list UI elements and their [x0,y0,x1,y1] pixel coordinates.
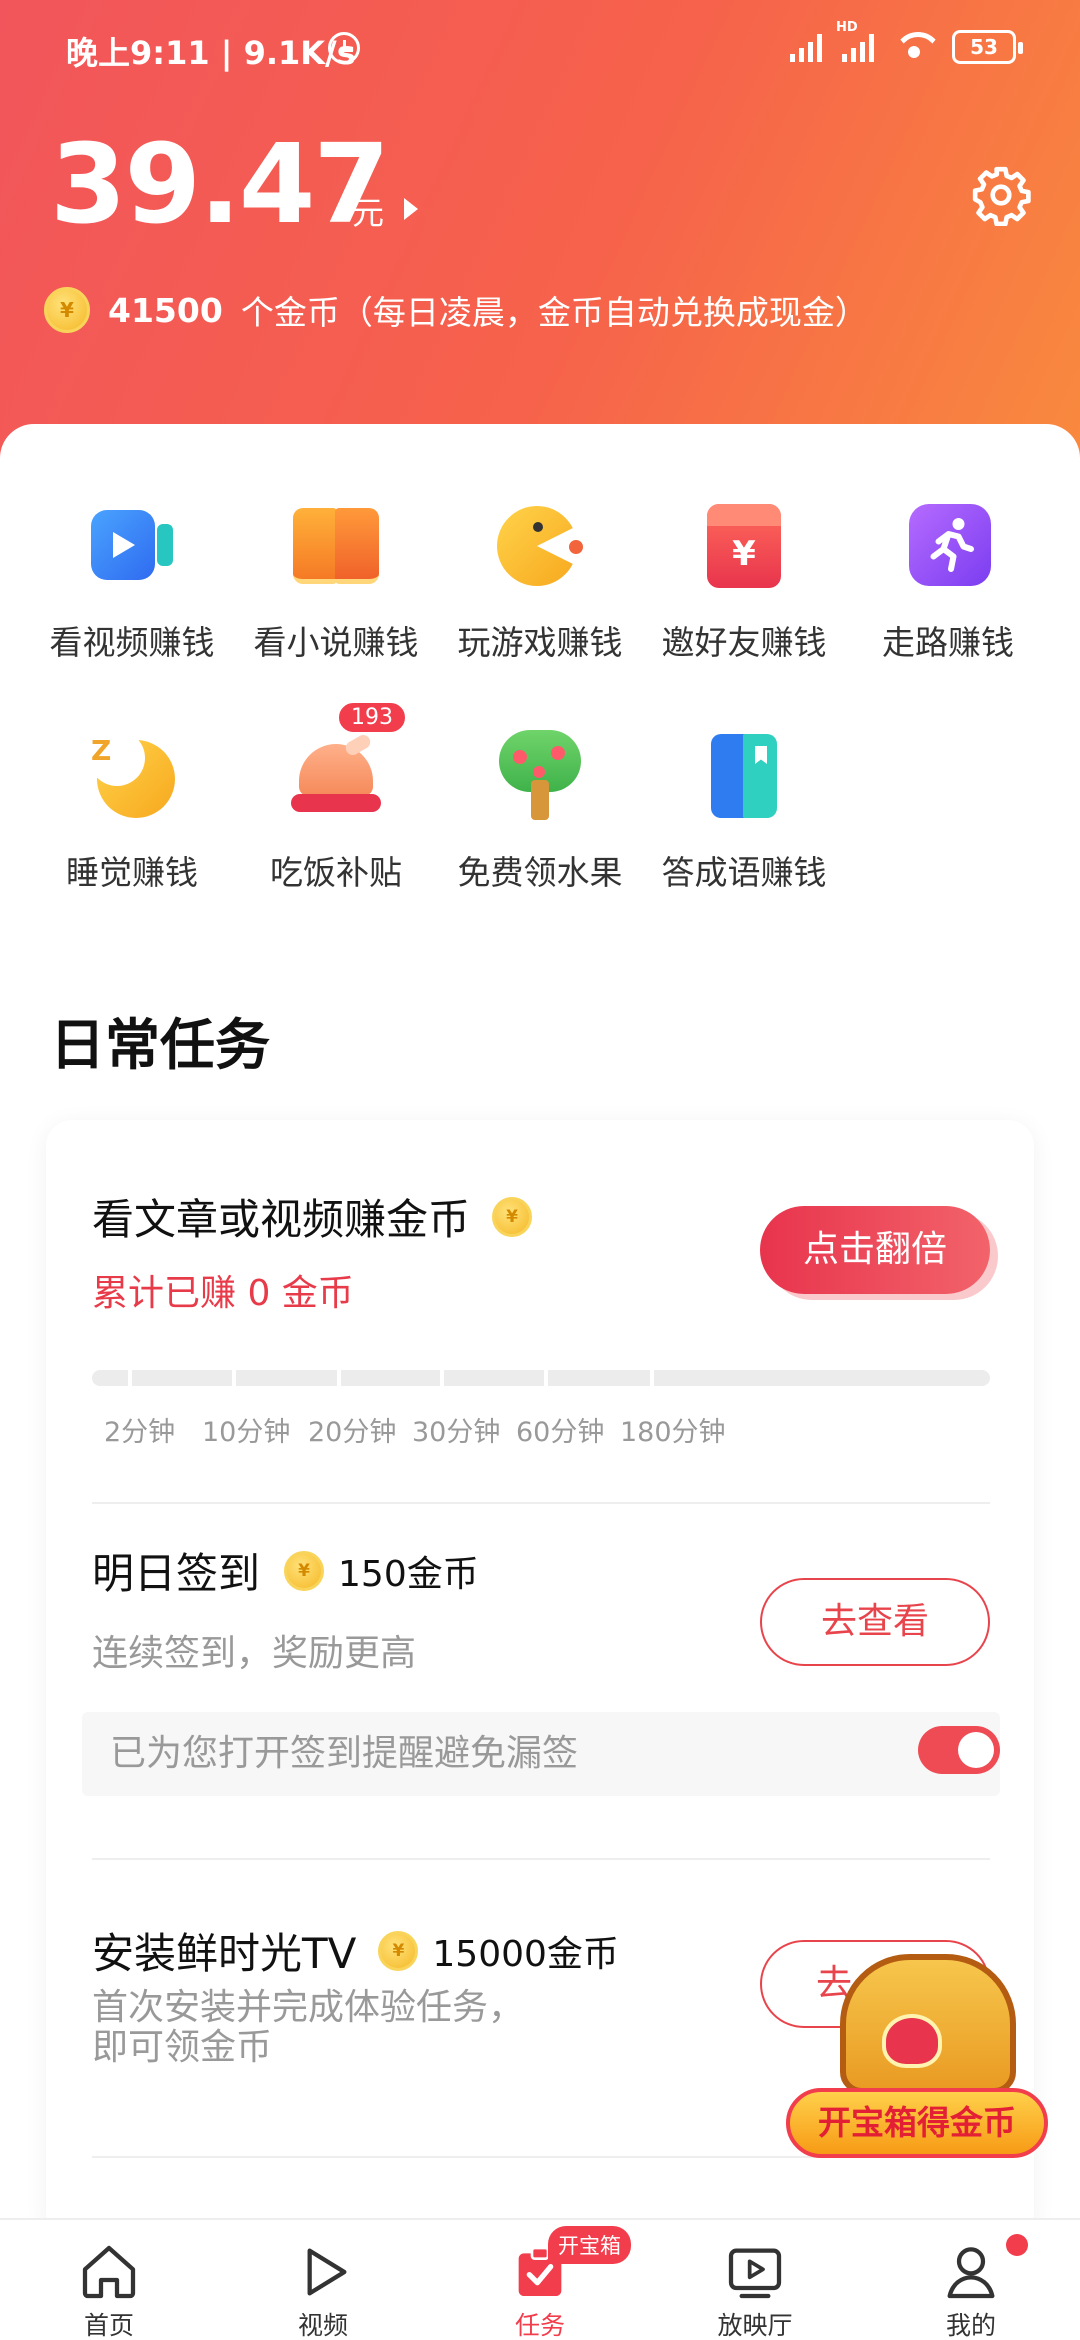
tick-label: 30分钟 [412,1417,501,1448]
bottom-tab-bar: 首页 视频 任务 放映厅 我的 [0,2218,1080,2340]
coin-icon: ¥ [284,1550,325,1591]
tab-cinema[interactable]: 放映厅 [680,2220,830,2340]
coin-note: 个金币（每日凌晨，金币自动兑换成现金） [240,293,868,332]
shortcut-invite-friends[interactable]: ¥ 邀好友赚钱 [642,500,846,664]
status-time: 晚上9:11 | 9.1K/s [66,34,356,72]
shortcut-label: 看小说赚钱 [253,623,419,662]
idiom-book-icon [699,730,789,820]
shortcut-label: 走路赚钱 [882,623,1014,662]
signal-icon [786,32,826,62]
tick-label: 2分钟 [104,1417,176,1448]
task-install-reward: 15000金币 [432,1933,619,1975]
signin-reminder-toggle[interactable] [918,1726,1000,1774]
coin-icon: ¥ [44,287,90,333]
shortcut-label: 玩游戏赚钱 [457,623,623,662]
video-icon [87,500,177,590]
shortcut-play-game[interactable]: 玩游戏赚钱 [438,500,642,664]
signin-reminder-text: 已为您打开签到提醒避免漏签 [82,1712,1000,1796]
shortcut-watch-video[interactable]: 看视频赚钱 [30,500,234,664]
treasure-chest-label: 开宝箱得金币 [786,2088,1048,2158]
meal-count-badge: 193 [336,700,408,735]
shortcut-read-novel[interactable]: 看小说赚钱 [234,500,438,664]
heart-icon [882,2014,942,2068]
shortcut-label: 免费领水果 [457,853,623,892]
coin-summary: ¥ 41500 个金币（每日凌晨，金币自动兑换成现金） [44,286,868,334]
task-read-earned: 累计已赚 0 金币 [92,1273,354,1314]
coin-icon: ¥ [378,1930,419,1971]
shortcut-free-fruit[interactable]: 免费领水果 [438,730,642,894]
signal-hd-icon [838,32,878,62]
shortcut-walk[interactable]: 走路赚钱 [846,500,1050,664]
chevron-right-icon[interactable] [404,198,418,220]
tab-video[interactable]: 视频 [248,2220,398,2340]
divider [92,1858,990,1860]
coin-icon: ¥ [492,1196,533,1237]
book-icon [291,500,381,590]
chicken-meal-icon [291,730,381,820]
settings-gear-icon[interactable] [970,164,1032,226]
tick-label: 10分钟 [202,1417,291,1448]
divider [92,1502,990,1504]
tab-label: 首页 [83,2311,134,2340]
view-signin-button[interactable]: 去查看 [760,1578,990,1666]
running-icon [903,500,993,590]
tick-label: 180分钟 [620,1417,726,1448]
double-reward-button[interactable]: 点击翻倍 [760,1206,990,1294]
treasure-chest-float[interactable]: 开宝箱得金币 [786,1940,1054,2166]
task-signin-sub: 连续签到，奖励更高 [92,1633,417,1674]
tab-home[interactable]: 首页 [34,2220,184,2340]
alarm-icon [328,32,360,64]
balance-amount[interactable]: 39.47 [50,124,390,244]
shortcut-label: 邀好友赚钱 [661,623,827,662]
tab-label: 任务 [514,2311,565,2340]
task-read-title: 看文章或视频赚金币 ¥ [92,1186,533,1247]
home-icon [82,2245,136,2299]
tab-label: 我的 [945,2311,996,2340]
status-bar: 晚上9:11 | 9.1K/s HD 53 [0,20,1080,78]
tick-label: 20分钟 [308,1417,397,1448]
shortcut-sleep[interactable]: Z 睡觉赚钱 [30,730,234,894]
red-envelope-icon: ¥ [699,500,789,590]
hd-label: HD [836,20,858,35]
pacman-game-icon [495,500,585,590]
tab-label: 视频 [297,2311,348,2340]
balance-unit[interactable]: 元 [352,188,384,234]
task-read-title-text: 看文章或视频赚金币 [92,1195,471,1244]
task-install-title-text: 安装鲜时光TV [92,1929,357,1978]
task-install-sub: 首次安装并完成体验任务，即可领金币 [92,1987,525,2068]
shortcut-label: 答成语赚钱 [661,853,827,892]
task-signin-title-text: 明日签到 [92,1549,261,1598]
reading-progress-bar [92,1370,990,1386]
shortcut-meal-subsidy[interactable]: 吃饭补贴 [234,730,438,894]
tab-label: 放映厅 [717,2311,793,2340]
task-signin-reward: 150金币 [338,1553,479,1595]
moon-icon: Z [87,730,177,820]
tick-label: 60分钟 [516,1417,605,1448]
shortcut-label: 看视频赚钱 [49,623,215,662]
shortcut-idiom-quiz[interactable]: 答成语赚钱 [642,730,846,894]
fruit-tree-icon [495,730,585,820]
user-icon [947,2247,995,2299]
cinema-screen-icon [728,2248,782,2299]
coin-count: 41500 [108,290,223,330]
wifi-icon [894,28,938,60]
notification-dot [1006,2234,1028,2256]
battery-icon: 53 [952,30,1023,64]
open-chest-badge: 开宝箱 [548,2226,631,2264]
shortcut-label: 睡觉赚钱 [66,853,198,892]
task-install-title: 安装鲜时光TV ¥ 15000金币 [92,1920,619,1981]
task-signin-title: 明日签到 ¥ 150金币 [92,1540,479,1601]
daily-tasks-title: 日常任务 [50,1013,271,1077]
play-icon [307,2248,347,2296]
shortcut-label: 吃饭补贴 [270,853,402,892]
